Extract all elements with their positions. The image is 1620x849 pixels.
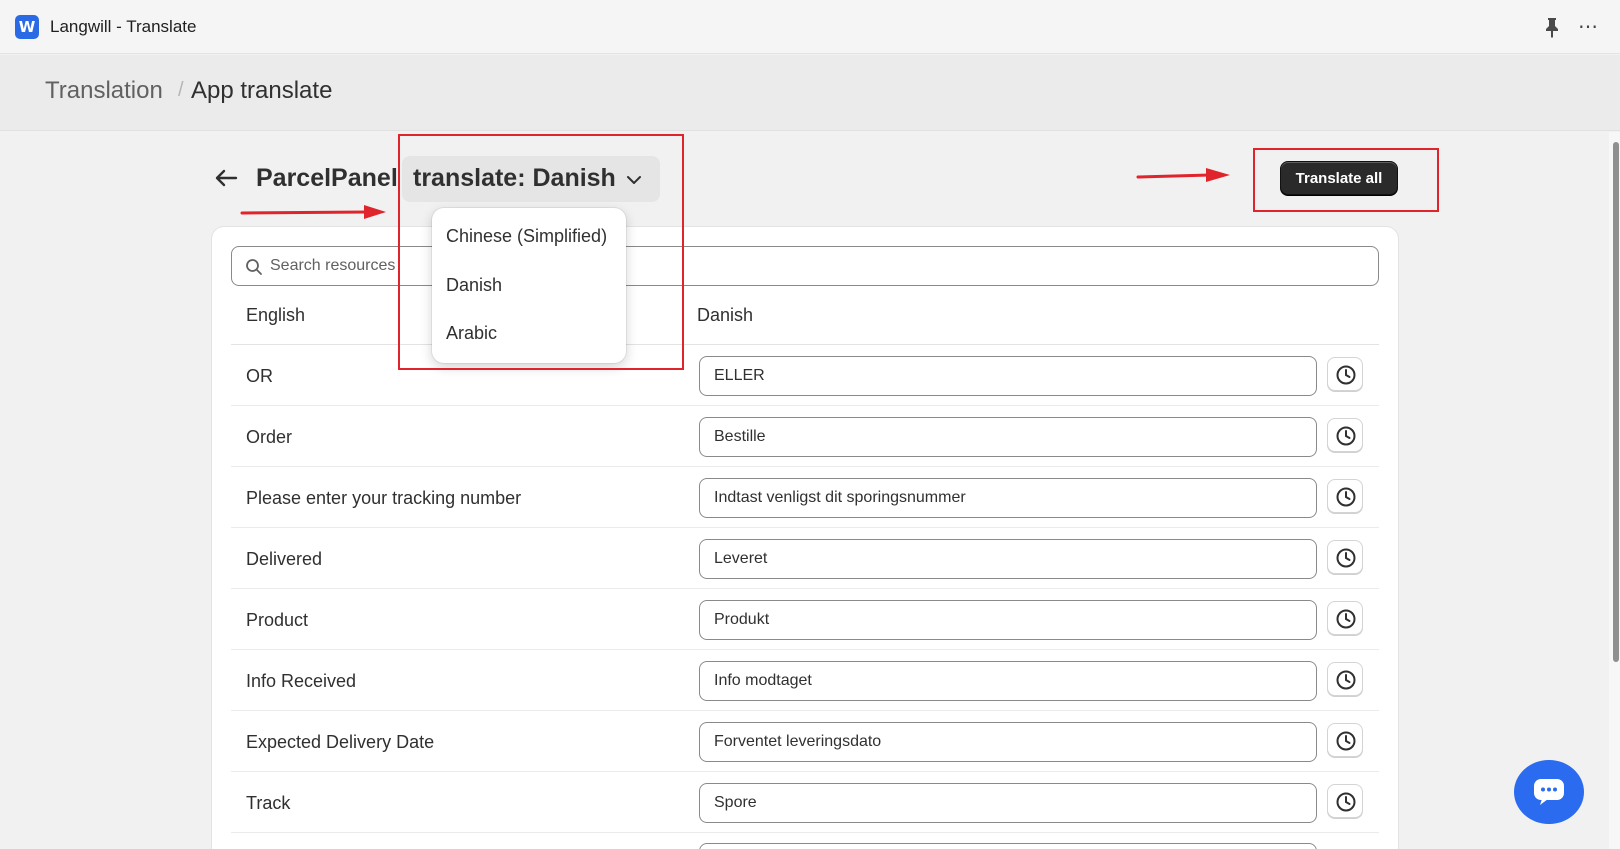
translation-input[interactable]: [699, 600, 1317, 640]
column-header-english: English: [246, 305, 306, 325]
clock-icon: [1336, 609, 1356, 629]
table-row: Info Received: [231, 650, 1379, 711]
annotation-arrow-icon: [240, 205, 386, 219]
table-row: Please enter your tracking number: [231, 467, 1379, 528]
clock-icon: [1336, 426, 1356, 446]
translation-input[interactable]: [699, 356, 1317, 396]
annotation-arrow-icon: [1136, 168, 1230, 182]
search-icon: [246, 259, 262, 275]
table-row: Delivered: [231, 528, 1379, 589]
history-button[interactable]: [1327, 540, 1363, 574]
source-text: Product: [246, 610, 309, 630]
window-titlebar: W Langwill - Translate ⋯: [0, 0, 1620, 54]
breadcrumb: Translation / App translate: [0, 55, 1620, 131]
app-logo: W: [15, 15, 39, 39]
history-button[interactable]: [1327, 479, 1363, 513]
table-row: Product: [231, 589, 1379, 650]
clock-icon: [1336, 487, 1356, 507]
table-row: Track: [231, 772, 1379, 833]
clock-icon: [1336, 670, 1356, 690]
breadcrumb-parent[interactable]: Translation: [45, 77, 163, 105]
clock-icon: [1336, 548, 1356, 568]
source-text: Order: [246, 427, 293, 447]
source-text: Please enter your tracking number: [246, 488, 522, 508]
breadcrumb-current: App translate: [191, 77, 333, 104]
page-title: ParcelPanel: [256, 164, 398, 192]
table-row: Expected Delivery Date: [231, 711, 1379, 772]
clock-icon: [1336, 792, 1356, 812]
history-button[interactable]: [1327, 723, 1363, 757]
source-text: OR: [246, 366, 273, 386]
translation-input[interactable]: [699, 722, 1317, 762]
history-button[interactable]: [1327, 601, 1363, 635]
pin-icon[interactable]: [1542, 16, 1562, 38]
table-row: Order: [231, 406, 1379, 467]
history-button[interactable]: [1327, 784, 1363, 818]
history-button[interactable]: [1327, 662, 1363, 696]
translation-input[interactable]: [699, 539, 1317, 579]
source-text: Expected Delivery Date: [246, 732, 435, 752]
source-text: Info Received: [246, 671, 357, 691]
history-button[interactable]: [1327, 418, 1363, 452]
history-button[interactable]: [1327, 357, 1363, 391]
chat-button[interactable]: [1514, 760, 1584, 824]
source-text: Track: [246, 793, 291, 813]
more-icon[interactable]: ⋯: [1576, 16, 1600, 38]
chat-bubble-icon: [1534, 779, 1564, 805]
column-header-danish: Danish: [697, 305, 754, 325]
breadcrumb-separator: /: [178, 79, 184, 101]
translation-input-partial[interactable]: [699, 843, 1317, 849]
back-arrow-icon[interactable]: [212, 164, 240, 192]
source-text: Delivered: [246, 549, 323, 569]
translation-input[interactable]: [699, 417, 1317, 457]
translation-input[interactable]: [699, 783, 1317, 823]
app-title: Langwill - Translate: [50, 17, 197, 36]
clock-icon: [1336, 365, 1356, 385]
translation-input[interactable]: [699, 478, 1317, 518]
clock-icon: [1336, 731, 1356, 751]
annotation-box-language: [398, 134, 684, 370]
page-scrollbar-thumb[interactable]: [1613, 142, 1619, 662]
annotation-box-translate-all: [1253, 148, 1439, 212]
translation-input[interactable]: [699, 661, 1317, 701]
